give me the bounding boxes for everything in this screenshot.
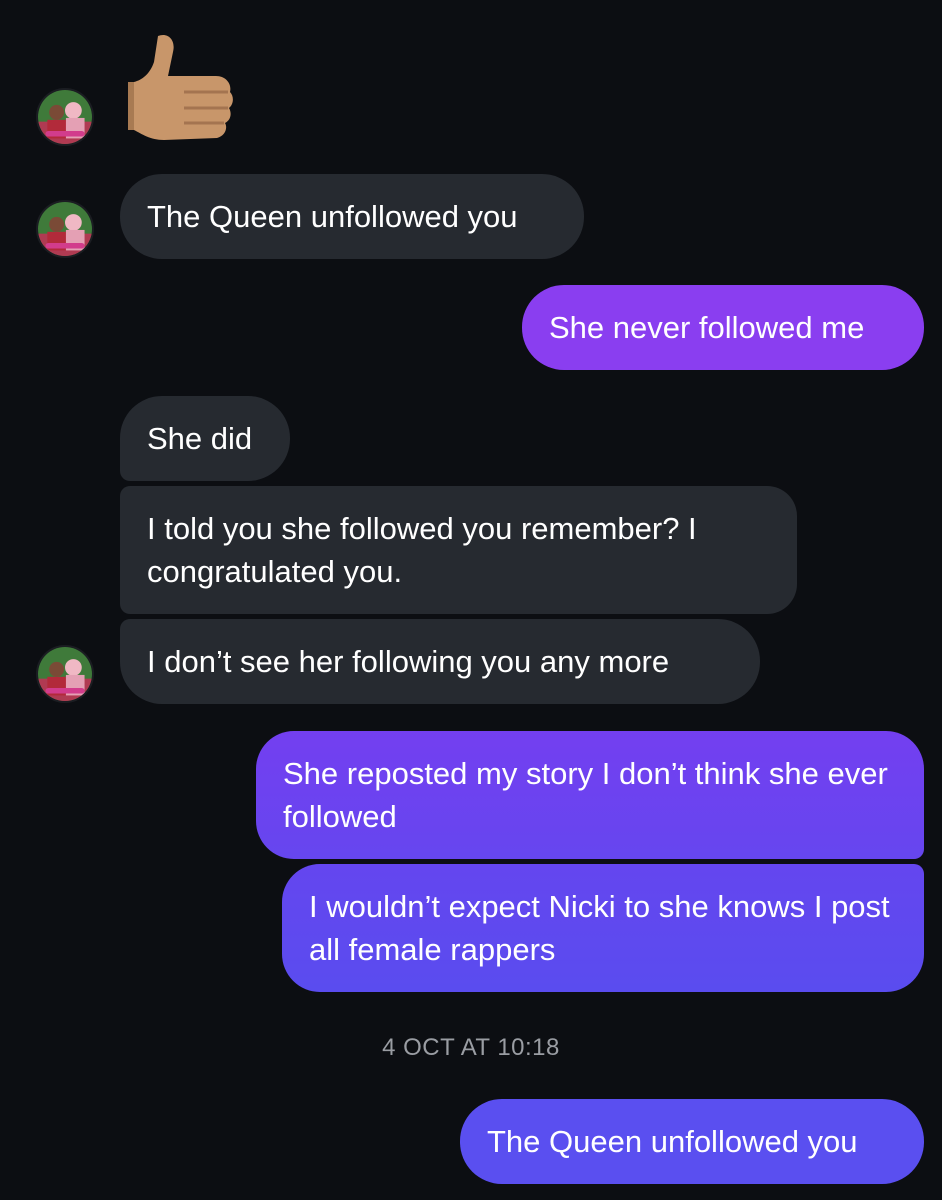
avatar-photo (38, 202, 92, 256)
message-bubble-outgoing[interactable]: I wouldn’t expect Nicki to she knows I p… (282, 864, 924, 992)
message-bubble-incoming[interactable]: I don’t see her following you any more (120, 619, 760, 704)
thumbs-up-icon (128, 34, 233, 140)
message-bubble-incoming[interactable]: She did (120, 396, 290, 481)
contact-avatar[interactable] (36, 200, 94, 258)
message-bubble-incoming[interactable]: The Queen unfollowed you (120, 174, 584, 259)
message-timestamp: 4 OCT AT 10:18 (382, 1034, 560, 1061)
message-bubble-incoming[interactable]: I told you she followed you remember? I … (120, 486, 797, 614)
avatar-photo (38, 90, 92, 144)
message-bubble-outgoing[interactable]: The Queen unfollowed you (460, 1099, 924, 1184)
avatar-photo (38, 647, 92, 701)
message-bubble-outgoing[interactable]: She never followed me (522, 285, 924, 370)
contact-avatar[interactable] (36, 88, 94, 146)
contact-avatar[interactable] (36, 645, 94, 703)
message-bubble-outgoing[interactable]: She reposted my story I don’t think she … (256, 731, 924, 859)
